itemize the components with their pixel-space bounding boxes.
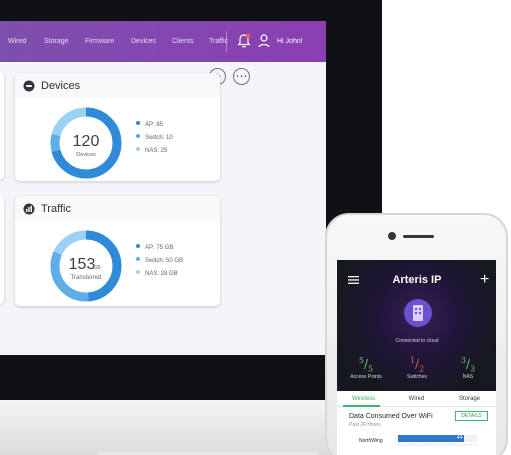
legend-dot (136, 147, 140, 151)
nas-total: 3 (470, 364, 476, 374)
tab-wireless[interactable]: Wireless (337, 396, 390, 402)
usage-bar-value: 44 (456, 435, 463, 441)
devices-card-title: Devices (41, 80, 81, 92)
devices-caption: Devices (76, 152, 96, 158)
stat-nas: NAS: 28 GB (136, 270, 178, 277)
stat-ap-text: AP: 85 (145, 122, 164, 128)
usage-bar-track: 44 (398, 435, 477, 442)
nav-divider (226, 31, 227, 52)
dashboard-screen: Wired Storage Firmware Devices Clients T… (0, 21, 326, 355)
nas-count: 3 (460, 356, 466, 365)
bell-icon[interactable] (237, 33, 251, 49)
nas-summary[interactable]: 3/3 NAS (445, 356, 491, 380)
hamburger-menu-icon[interactable] (348, 276, 359, 284)
access-points-label: Access Points (350, 374, 382, 381)
switches-label: Switches (406, 374, 427, 381)
nav-devices[interactable]: Devices (131, 38, 156, 45)
stat-ap: AP: 75 GB (136, 244, 173, 251)
traffic-unit: GB (93, 265, 101, 271)
stat-switch-text: Switch: 50 GB (145, 258, 184, 264)
bar-label: NorthWing (359, 438, 383, 444)
app-title: Arteris IP (392, 274, 442, 286)
nas-label: NAS (462, 374, 474, 381)
smartphone: Arteris IP + Connected to cloud 5/5 Acce… (325, 213, 508, 455)
devices-card: Devices 120 Devices AP: 85 Switch: 10 NA… (15, 73, 220, 181)
app-header: Arteris IP + Connected to cloud 5/5 Acce… (337, 260, 496, 391)
traffic-value: 153 (69, 256, 96, 273)
stat-nas: NAS: 25 (136, 147, 167, 154)
cropped-card (0, 196, 4, 304)
stat-switch: Switch: 50 GB (136, 257, 183, 264)
stat-ap-text: AP: 75 GB (145, 245, 174, 251)
more-options-button[interactable]: ⋯ (233, 68, 250, 85)
section-title: Data Consumed Over WiFi (349, 413, 433, 420)
switches-count: 1 (409, 356, 415, 365)
active-tab-indicator (343, 405, 380, 407)
traffic-card-title: Traffic (41, 203, 71, 215)
stat-nas-text: NAS: 25 (145, 148, 168, 154)
tab-wired[interactable]: Wired (390, 396, 443, 402)
user-icon[interactable] (257, 33, 271, 49)
details-button[interactable]: DETAILS (455, 411, 488, 421)
access-points-summary[interactable]: 5/5 Access Points (343, 356, 389, 380)
section-subtitle: Past 24 Hours (349, 422, 381, 428)
devices-donut-chart: 120 Devices (50, 107, 122, 179)
nav-storage[interactable]: Storage (44, 38, 69, 45)
device-status-icon (404, 299, 432, 327)
legend-dot (136, 257, 140, 261)
nav-wired[interactable]: Wired (8, 38, 26, 45)
traffic-chart-icon (23, 203, 35, 215)
cloud-status: Connected to cloud (395, 338, 439, 344)
traffic-donut-chart: 153 GB Transferred (50, 230, 122, 302)
devices-icon (23, 80, 35, 92)
add-icon[interactable]: + (480, 272, 489, 288)
chart-grid (398, 444, 477, 454)
phone-tabs: Wireless Wired Storage (337, 391, 496, 407)
legend-dot (136, 134, 140, 138)
legend-dot (136, 121, 140, 125)
access-points-total: 5 (368, 364, 374, 374)
stat-switch-text: Switch: 10 (145, 135, 173, 141)
speaker (403, 235, 434, 238)
switches-total: 2 (419, 364, 425, 374)
legend-dot (136, 244, 140, 248)
legend-dot (136, 270, 140, 274)
stat-nas-text: NAS: 28 GB (145, 271, 178, 277)
front-camera (388, 232, 396, 240)
devices-count: 120 (73, 133, 100, 150)
stat-ap: AP: 85 (136, 121, 163, 128)
traffic-card: Traffic 153 GB Transferred AP: 75 GB Swi… (15, 196, 220, 306)
nav-clients[interactable]: Clients (172, 38, 193, 45)
stat-switch: Switch: 10 (136, 134, 173, 141)
usage-bar-fill: 44 (398, 435, 465, 442)
switches-summary[interactable]: 1/2 Switches (394, 356, 440, 380)
tab-storage[interactable]: Storage (443, 396, 496, 402)
cropped-card (0, 73, 4, 179)
top-navigation-bar: Wired Storage Firmware Devices Clients T… (0, 21, 326, 62)
marketing-scene: Wired Storage Firmware Devices Clients T… (0, 0, 511, 455)
traffic-caption: Transferred (71, 275, 102, 281)
nav-firmware[interactable]: Firmware (85, 38, 114, 45)
user-greeting[interactable]: Hi John! (277, 38, 303, 45)
phone-app-screen: Arteris IP + Connected to cloud 5/5 Acce… (337, 260, 496, 455)
access-points-count: 5 (358, 356, 364, 365)
